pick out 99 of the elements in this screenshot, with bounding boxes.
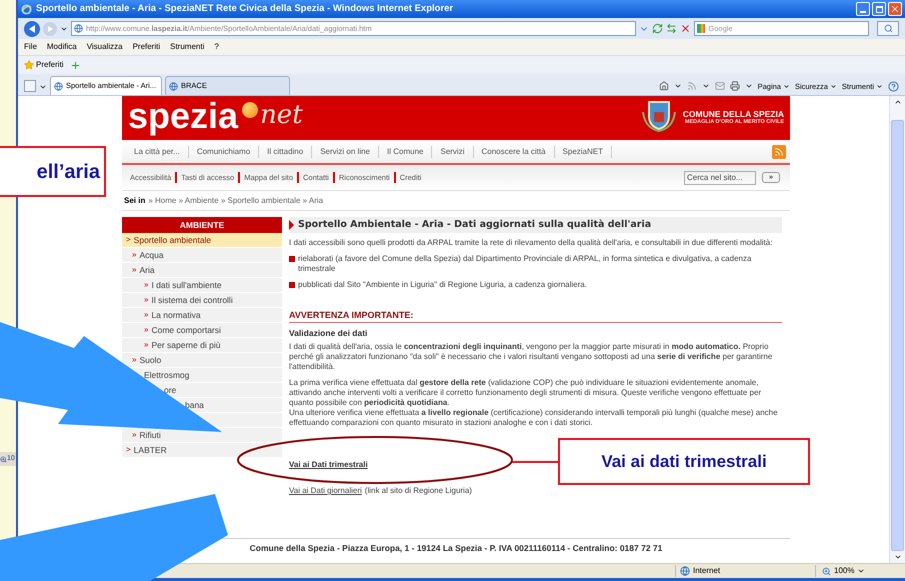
nav-link[interactable]: La città per... [126,146,189,158]
intro-paragraph: I dati accessibili sono quelli prodotti da ARPAL tramite la rete di rilevamento della qualità dell'aria, e consultabili in due differenti modalità: [289,238,774,248]
feed-icon[interactable] [686,81,697,92]
sidebar-item[interactable]: ore [164,384,176,396]
maximize-button[interactable] [872,2,886,16]
browser-icon [21,4,32,14]
menu-item[interactable]: Strumenti [170,41,204,53]
page-icon [169,82,178,90]
daily-data-link[interactable]: Vai ai Dati giornalieri [289,486,362,496]
logo-suffix: net [260,99,303,132]
scrollbar[interactable] [889,96,905,563]
breadcrumb-path: » Home » Ambiente » Sportello ambientale » Aria [148,194,324,206]
stop-icon[interactable] [680,23,691,34]
caret-icon [830,82,837,90]
search-icon [884,24,892,33]
back-button[interactable] [24,20,40,36]
leader-line [512,461,558,463]
nav-link[interactable]: SpeziaNET [554,146,612,158]
quarterly-data-link[interactable]: Vai ai Dati trimestrali [289,460,368,470]
warning-heading: AVVERTENZA IMPORTANTE: [289,310,782,323]
callout-box: ell’aria [0,146,106,197]
close-icon [890,4,900,14]
scroll-up-icon[interactable] [894,98,902,106]
sidebar-item[interactable]: Il sistema dei controlli [151,294,233,306]
sidebar-item[interactable]: Come comportarsi [151,324,221,336]
bullet-marker: > [126,444,131,456]
zoom-icon [0,456,7,462]
nav-link[interactable]: Conoscere la città [474,146,555,158]
menu-item[interactable]: Preferiti [132,41,160,53]
sidebar-header: AMBIENTE [122,217,282,233]
bullet-marker: » [132,429,136,441]
page-icon [74,24,83,33]
sidebar-item[interactable]: Sportello ambientale [134,234,212,246]
menu-item[interactable]: Visualizza [86,41,123,53]
sidebar-item[interactable]: bana [185,398,204,412]
home-icon[interactable] [658,81,669,92]
window-title: Sportello ambientale - Aria - SpeziaNET Rete Civica della Spezia - Windows Internet Explorer [36,2,454,16]
security-zone: Internet [693,565,720,577]
bullet-text: pubblicati dal Sito "Ambiente in Liguria" di Regione Liguria, a cadenza giornaliera. [298,280,587,290]
bullet-marker: » [132,354,136,366]
nav-link[interactable]: Il Comune [379,146,432,158]
org-name: COMUNE DELLA SPEZIA [682,110,784,118]
search-button[interactable] [877,21,899,36]
body-paragraph: I dati di qualità dell'aria, ossia le concentrazioni degli inquinanti, vengono per la maggior parte misurati in modo automatico. Proprio perché gli analizzatori funzionano "da soli" è necessario che i valori risultanti vengano sottoposti ad una serie di verifiche per garantirne l'attendibilità. [289,342,774,372]
refresh-icon[interactable] [652,23,663,34]
bullet-marker: > [126,234,131,246]
caret-icon [857,567,866,575]
bullet-marker: » [132,264,136,276]
close-button[interactable] [888,2,902,16]
site-search-field[interactable]: Cerca nel sito... [684,170,756,184]
sidebar-item[interactable]: La normativa [151,308,201,322]
body-paragraph: La prima verifica viene effettuata dal gestore della rete (validazione COP) che può individuare le situazioni evidentemente anomale, attivando anche interventi volti a verificare il corretto funzionamento degli strumenti di misura. Queste verifiche vengono effettuate per quanto possibile con periodicità quotidiana. [289,378,762,408]
menu-item[interactable]: ? [214,41,219,53]
breadcrumb-label: Sei in [124,194,146,206]
internet-zone-icon [680,566,690,576]
bullet-text: rielaborati (a favore del Comune della Spezia) dal Dipartimento Provinciale di ARPAL, in forma sintetica e divulgativa, a cadenza trimestrale [298,254,752,274]
site-logo: spezia [128,96,238,136]
body-paragraph: Una ulteriore verifica viene effettuata a livello regionale (certificazione) considerando intervalli temporali più lunghi (qualche mese) anche effettuando comparazioni con quanto misurato in stazioni analoghe e con i dati storici. [289,408,779,428]
sidebar-item[interactable]: Acqua [139,248,164,262]
sidebar-item[interactable]: Aria [139,264,155,276]
bullet-marker: » [144,324,148,336]
zoom-icon[interactable] [822,566,831,576]
menu-item[interactable]: Modifica [46,41,77,53]
search-engine-icon [697,24,706,33]
nav-link[interactable]: Comunichiamo [188,146,260,158]
link-note: (link al sito di Regione Liguria) [364,486,472,496]
minimize-button[interactable] [856,2,870,16]
sidebar-item[interactable]: Rifiuti [139,428,161,442]
favorites-button[interactable]: Preferiti [24,59,64,71]
sidebar-item[interactable]: LABTER [134,444,167,456]
star-icon [24,60,34,70]
scroll-down-icon[interactable] [894,553,902,561]
mail-icon[interactable] [714,81,725,92]
bullet-marker: » [144,309,148,321]
callout-box: Vai ai dati trimestrali [558,438,810,485]
menu-item[interactable]: File [24,41,37,53]
nav-link[interactable]: Il cittadino [259,146,312,158]
sidebar-item[interactable]: I dati sull'ambiente [151,278,222,292]
caret-icon [782,82,790,90]
bullet-marker: » [144,339,148,351]
article-title: Sportello Ambientale - Aria - Dati aggiornati sulla qualità dell'aria [289,217,782,233]
tab-list-icon[interactable] [39,83,47,91]
zoom-level[interactable]: 100% [834,565,854,577]
caret-icon [876,82,883,90]
help-icon[interactable] [888,80,899,92]
nav-link[interactable]: Servizi on line [312,146,380,158]
bullet-icon [289,282,295,288]
sidebar-item[interactable]: Suolo [139,354,162,366]
add-favorite-icon[interactable] [70,60,81,70]
bullet-marker: » [144,294,148,306]
bullet-marker: » [144,279,148,291]
rss-icon[interactable] [772,144,786,158]
page-icon [54,82,63,90]
print-icon[interactable] [730,81,740,92]
bullet-marker: » [132,249,136,261]
sidebar-item[interactable]: Per saperne di più [151,338,220,352]
section-heading: Validazione dei dati [289,328,368,338]
bullet-icon [289,256,295,262]
nav-link[interactable]: Servizi [432,146,474,158]
